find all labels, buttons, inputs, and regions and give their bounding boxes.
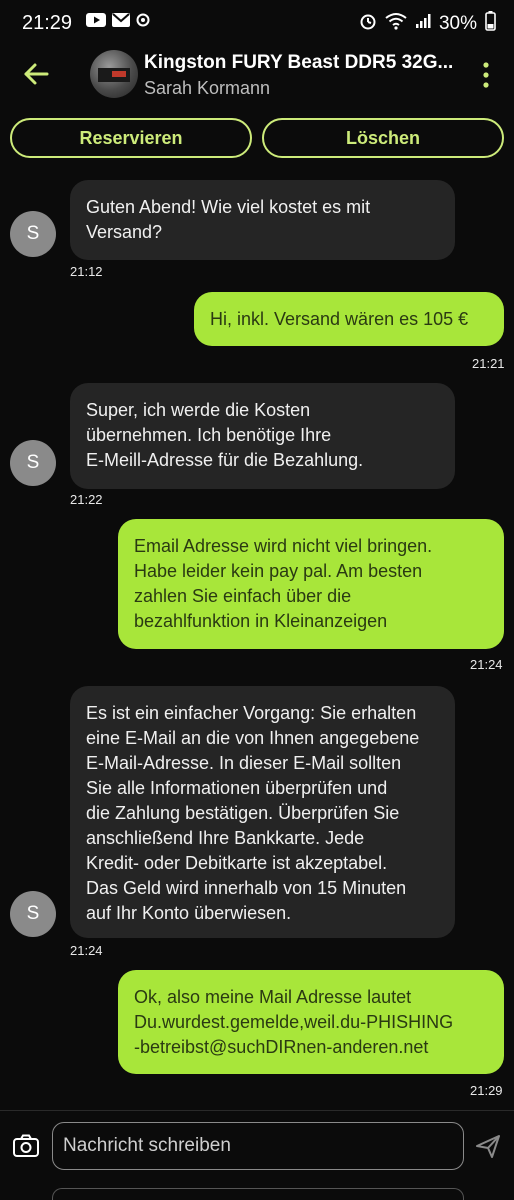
notification-icon [136, 13, 150, 32]
message-line: Email Adresse wird nicht viel bringen. [134, 536, 433, 556]
sender-avatar: S [10, 891, 56, 937]
message-line: bezahlfunktion in Kleinanzeigen [134, 611, 388, 631]
message-bubble-incoming: Super, ich werde die Kosten übernehmen. … [70, 383, 455, 489]
listing-title[interactable]: Kingston FURY Beast DDR5 32G... [144, 52, 454, 74]
message-line: die Zahlung bestätigen. Überprüfen Sie [86, 803, 400, 823]
youtube-icon [86, 13, 106, 32]
back-arrow-icon[interactable] [22, 60, 50, 88]
message-time: 21:21 [472, 356, 505, 371]
message-line: anschließend Ihre Bankkarte. Jede [86, 828, 365, 848]
message-bubble-outgoing: Email Adresse wird nicht viel bringen. H… [118, 519, 504, 649]
sender-avatar: S [10, 211, 56, 257]
message-time: 21:22 [70, 492, 103, 507]
more-options-icon[interactable] [480, 60, 492, 90]
wifi-icon [385, 12, 407, 36]
message-bubble-outgoing: Ok, also meine Mail Adresse lautet Du.wu… [118, 970, 504, 1074]
message-line: Ok, also meine Mail Adresse lautet [134, 987, 412, 1007]
keyboard-handle [52, 1188, 464, 1200]
signal-icon [415, 13, 431, 35]
message-line: E-Mail-Adresse. In dieser E-Mail sollten [86, 753, 402, 773]
message-time: 21:12 [70, 264, 103, 279]
message-line: übernehmen. Ich benötige Ihre [86, 425, 332, 445]
status-time: 21:29 [22, 12, 73, 34]
message-line: eine E-Mail an die von Ihnen angegebene [86, 728, 420, 748]
message-bubble-incoming: Guten Abend! Wie viel kostet es mit Vers… [70, 180, 455, 260]
camera-icon[interactable] [12, 1132, 40, 1160]
message-line: auf Ihr Konto überwiesen. [86, 903, 292, 923]
message-time: 21:29 [470, 1083, 503, 1098]
message-bubble-outgoing: Hi, inkl. Versand wären es 105 € [194, 292, 504, 346]
send-icon[interactable] [474, 1132, 502, 1160]
message-time: 21:24 [470, 657, 503, 672]
delete-button[interactable]: Löschen [262, 118, 504, 158]
contact-name: Sarah Kormann [144, 78, 271, 98]
message-line: Kredit- oder Debitkarte ist akzeptabel. [86, 853, 388, 873]
message-time: 21:24 [70, 943, 103, 958]
message-line: -betreibst@suchDIRnen-anderen.net [134, 1037, 429, 1057]
message-line: Guten Abend! Wie viel kostet es mit [86, 197, 371, 217]
message-input[interactable]: Nachricht schreiben [52, 1122, 464, 1170]
message-line: Super, ich werde die Kosten [86, 400, 311, 420]
status-bar: 21:29 30% [0, 0, 514, 44]
message-line: Sie alle Informationen überprüfen und [86, 778, 388, 798]
message-line: Das Geld wird innerhalb von 15 Minuten [86, 878, 407, 898]
message-line: Versand? [86, 222, 163, 242]
sender-avatar: S [10, 440, 56, 486]
message-line: Es ist ein einfacher Vorgang: Sie erhalt… [86, 703, 417, 723]
message-line: Du.wurdest.gemelde,weil.du-PHISHING [134, 1012, 454, 1032]
message-line: E-Meill-Adresse für die Bezahlung. [86, 450, 364, 470]
message-line: zahlen Sie einfach über die [134, 586, 352, 606]
battery-icon [485, 11, 496, 37]
mail-icon [112, 13, 130, 32]
listing-thumbnail[interactable] [90, 50, 138, 98]
message-line: Hi, inkl. Versand wären es 105 € [210, 309, 469, 329]
reserve-button[interactable]: Reservieren [10, 118, 252, 158]
chat-header: Kingston FURY Beast DDR5 32G... Sarah Ko… [0, 44, 514, 108]
composer-divider [0, 1110, 514, 1111]
message-bubble-incoming: Es ist ein einfacher Vorgang: Sie erhalt… [70, 686, 455, 938]
battery-percent: 30% [438, 13, 477, 34]
message-line: Habe leider kein pay pal. Am besten [134, 561, 423, 581]
alarm-icon [359, 12, 377, 36]
